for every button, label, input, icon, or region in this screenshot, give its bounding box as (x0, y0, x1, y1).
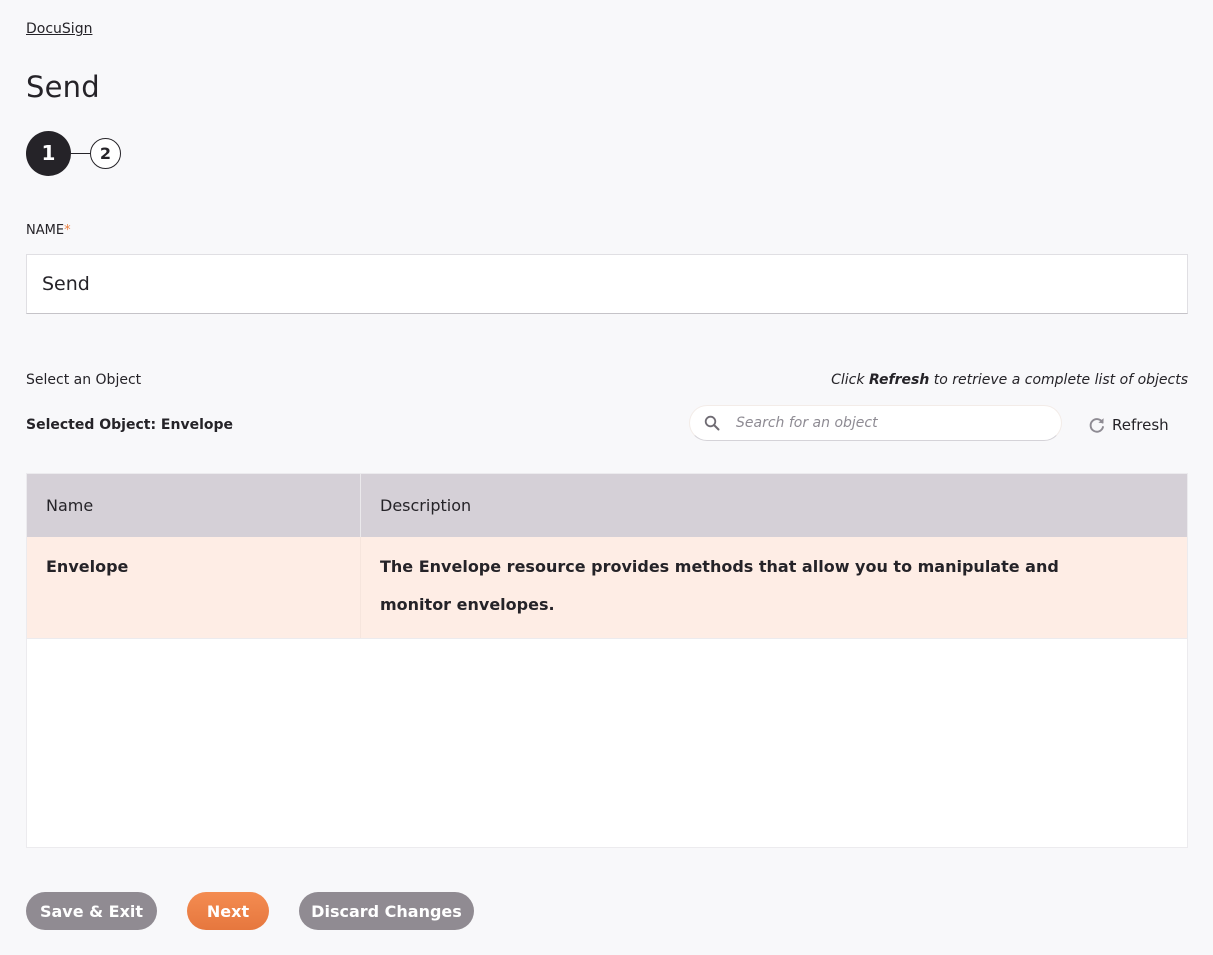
save-exit-button[interactable]: Save & Exit (26, 892, 157, 930)
name-label-text: NAME (26, 223, 65, 238)
required-marker: * (64, 223, 71, 238)
page-title: Send (26, 70, 100, 104)
stepper: 1 2 (26, 130, 121, 176)
column-header-name[interactable]: Name (27, 474, 361, 537)
step-1[interactable]: 1 (26, 130, 71, 176)
name-input[interactable] (26, 254, 1188, 314)
table-header: Name Description (27, 474, 1187, 537)
refresh-label: Refresh (1112, 416, 1169, 434)
refresh-hint: Click Refresh to retrieve a complete lis… (831, 372, 1188, 388)
search-box[interactable] (689, 405, 1062, 441)
hint-bold: Refresh (868, 372, 930, 388)
search-icon (704, 414, 722, 432)
selected-object-label: Selected Object: Envelope (26, 417, 234, 433)
name-label: NAME* (26, 223, 71, 238)
step-2[interactable]: 2 (90, 137, 121, 169)
refresh-button[interactable]: Refresh (1088, 416, 1169, 434)
discard-changes-button[interactable]: Discard Changes (299, 892, 474, 930)
step-connector (71, 152, 90, 154)
row-name: Envelope (27, 537, 361, 638)
table-row[interactable]: Envelope The Envelope resource provides … (27, 537, 1187, 639)
hint-prefix: Click (831, 372, 869, 388)
next-button[interactable]: Next (187, 892, 269, 930)
column-header-description[interactable]: Description (361, 474, 1187, 537)
search-input[interactable] (734, 414, 1061, 432)
objects-table: Name Description Envelope The Envelope r… (26, 473, 1188, 848)
hint-suffix: to retrieve a complete list of objects (929, 372, 1188, 388)
breadcrumb-docusign[interactable]: DocuSign (26, 21, 92, 37)
row-description: The Envelope resource provides methods t… (380, 557, 1059, 614)
refresh-icon (1088, 416, 1106, 434)
select-object-label: Select an Object (26, 372, 142, 388)
